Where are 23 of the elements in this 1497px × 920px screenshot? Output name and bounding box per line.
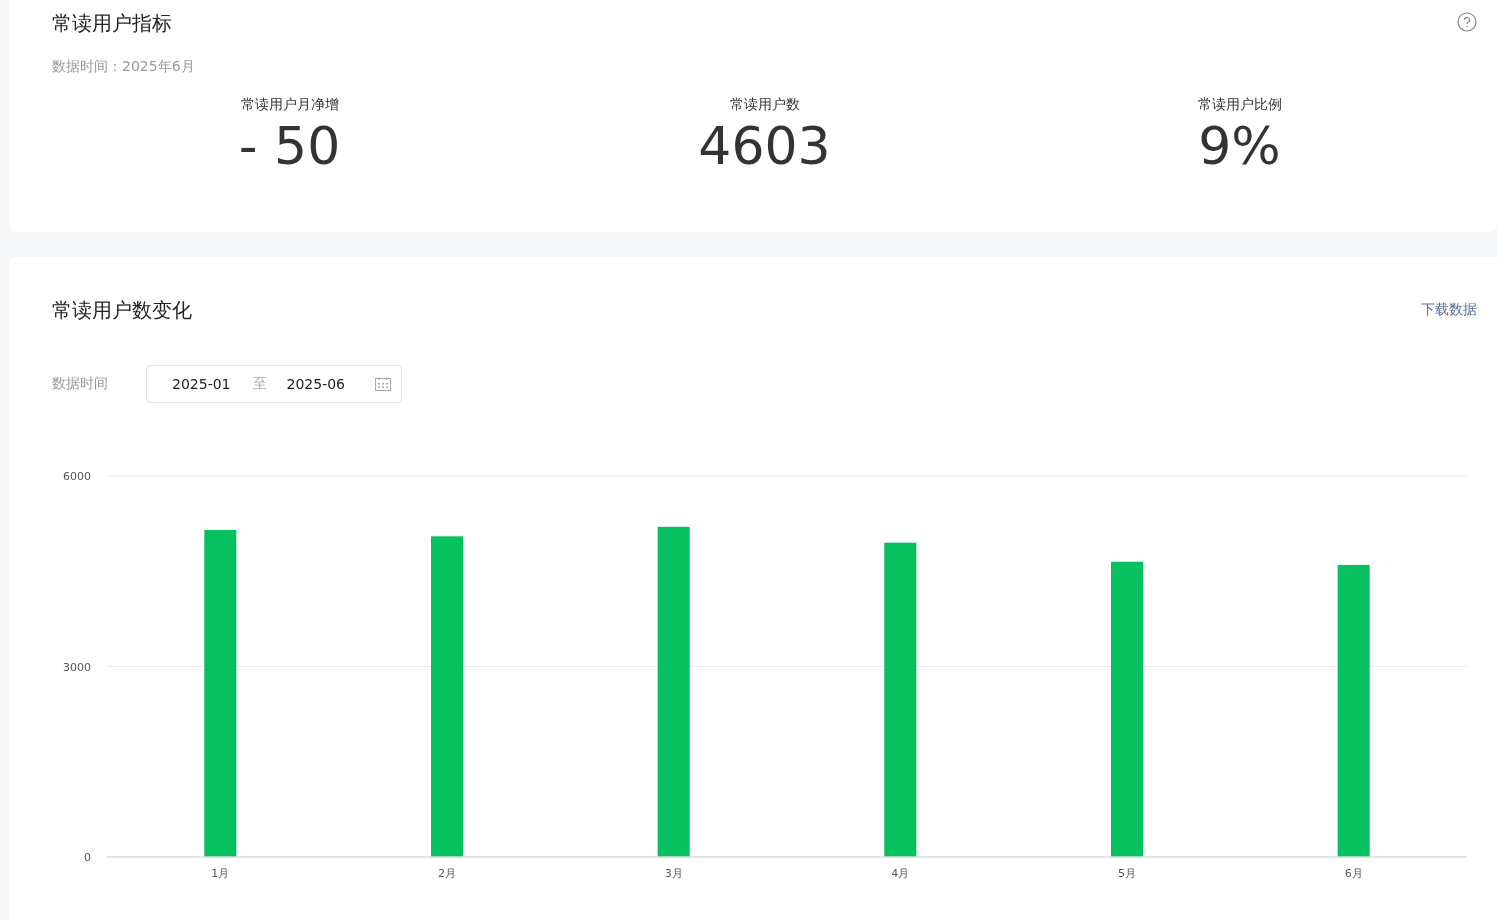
x-axis-label: 3月 xyxy=(664,867,683,880)
calendar-icon xyxy=(375,377,391,391)
metric-label: 常读用户月净增 xyxy=(240,96,339,114)
download-data-link[interactable]: 下载数据 xyxy=(1421,301,1477,319)
metric-value: 9% xyxy=(1198,116,1281,176)
x-axis-label: 1月 xyxy=(211,867,230,880)
x-axis-label: 6月 xyxy=(1344,867,1363,880)
y-axis-label: 3000 xyxy=(63,660,91,674)
card-title: 常读用户指标 xyxy=(52,10,172,36)
date-range-picker[interactable]: 2025-01 至 2025-06 xyxy=(146,365,402,403)
metric-label: 常读用户数 xyxy=(729,96,800,114)
date-label: 数据时间 xyxy=(52,375,108,393)
y-axis-label: 0 xyxy=(84,851,91,864)
metric-label: 常读用户比例 xyxy=(1197,96,1282,114)
y-axis-label: 6000 xyxy=(63,470,91,483)
x-axis-label: 2月 xyxy=(438,867,456,880)
x-axis-label: 4月 xyxy=(891,867,910,880)
metric-value: 4603 xyxy=(698,116,831,176)
x-axis-label: 5月 xyxy=(1118,867,1136,880)
data-time-text: 数据时间：2025年6月 xyxy=(52,58,195,76)
card-title: 常读用户数变化 xyxy=(52,297,192,323)
help-icon[interactable] xyxy=(1457,12,1477,32)
metric-value: - 50 xyxy=(238,116,341,176)
